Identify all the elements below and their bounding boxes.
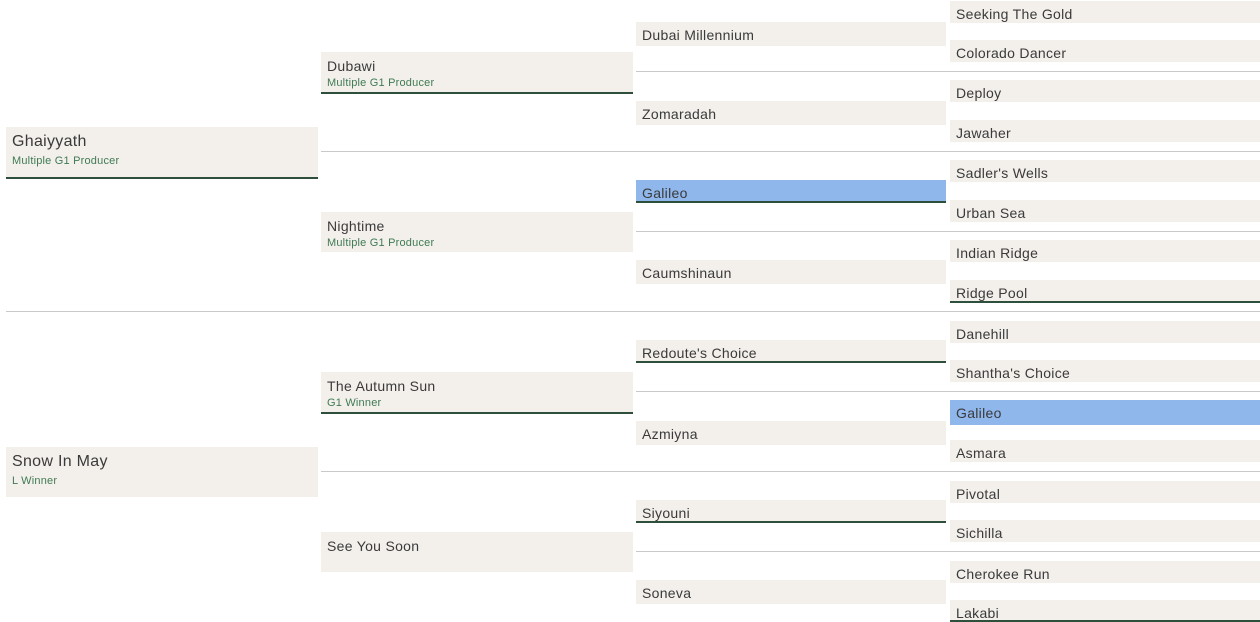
pedigree-horse-gen4[interactable]: Jawaher: [950, 120, 1260, 142]
pedigree-horse-gen2[interactable]: The Autumn Sun G1 Winner: [321, 372, 633, 414]
pedigree-horse-gen3[interactable]: Soneva: [636, 580, 946, 604]
horse-name: Redoute's Choice: [642, 345, 757, 361]
horse-name: Lakabi: [956, 605, 1000, 621]
pedigree-horse-gen4[interactable]: Danehill: [950, 321, 1260, 343]
pedigree-horse-gen2[interactable]: Nightime Multiple G1 Producer: [321, 212, 633, 252]
horse-name: Danehill: [956, 326, 1009, 342]
pedigree-horse-gen4[interactable]: Asmara: [950, 440, 1260, 462]
pedigree-horse-gen4[interactable]: Sichilla: [950, 520, 1260, 542]
divider: [636, 231, 1260, 232]
horse-status: Multiple G1 Producer: [327, 237, 435, 249]
horse-name: Cherokee Run: [956, 566, 1050, 582]
pedigree-horse-gen4[interactable]: Urban Sea: [950, 200, 1260, 222]
horse-name: Pivotal: [956, 486, 1001, 502]
pedigree-horse-gen4[interactable]: Shantha's Choice: [950, 360, 1260, 382]
horse-name: Snow In May: [12, 453, 108, 470]
horse-name: Azmiyna: [642, 426, 698, 442]
pedigree-horse-gen4-highlighted[interactable]: Galileo: [950, 400, 1260, 425]
divider: [6, 311, 1260, 312]
pedigree-horse-sire[interactable]: Ghaiyyath Multiple G1 Producer: [6, 127, 318, 179]
divider: [636, 551, 1260, 552]
pedigree-horse-gen4[interactable]: Seeking The Gold: [950, 1, 1260, 23]
pedigree-horse-gen3-highlighted[interactable]: Galileo: [636, 180, 946, 203]
pedigree-horse-dam[interactable]: Snow In May L Winner: [6, 447, 318, 497]
horse-name: Sadler's Wells: [956, 165, 1049, 181]
horse-name: Seeking The Gold: [956, 6, 1073, 22]
horse-status: Multiple G1 Producer: [12, 155, 120, 167]
pedigree-horse-gen4[interactable]: Sadler's Wells: [950, 160, 1260, 182]
pedigree-horse-gen3[interactable]: Dubai Millennium: [636, 22, 946, 46]
horse-name: See You Soon: [327, 538, 420, 554]
horse-name: Galileo: [956, 405, 1002, 421]
horse-name: Colorado Dancer: [956, 45, 1067, 61]
pedigree-horse-gen3[interactable]: Zomaradah: [636, 101, 946, 125]
horse-status: Multiple G1 Producer: [327, 77, 435, 89]
horse-name: Ghaiyyath: [12, 133, 87, 150]
divider: [321, 471, 1260, 472]
divider: [321, 151, 1260, 152]
horse-name: Siyouni: [642, 505, 691, 521]
horse-name: Ridge Pool: [956, 285, 1028, 301]
pedigree-horse-gen3[interactable]: Caumshinaun: [636, 260, 946, 284]
pedigree-horse-gen3[interactable]: Redoute's Choice: [636, 340, 946, 363]
pedigree-horse-gen4[interactable]: Lakabi: [950, 600, 1260, 622]
pedigree-horse-gen4[interactable]: Pivotal: [950, 481, 1260, 503]
horse-name: Caumshinaun: [642, 265, 732, 281]
horse-name: Dubai Millennium: [642, 27, 755, 43]
horse-name: Galileo: [642, 185, 688, 201]
pedigree-horse-gen4[interactable]: Indian Ridge: [950, 240, 1260, 262]
divider: [636, 71, 1260, 72]
pedigree-horse-gen2[interactable]: See You Soon: [321, 532, 633, 572]
horse-name: Zomaradah: [642, 106, 717, 122]
horse-status: L Winner: [12, 475, 58, 487]
pedigree-horse-gen3[interactable]: Azmiyna: [636, 421, 946, 445]
horse-status: G1 Winner: [327, 397, 382, 409]
pedigree-horse-gen4[interactable]: Deploy: [950, 80, 1260, 102]
pedigree-horse-gen4[interactable]: Colorado Dancer: [950, 40, 1260, 62]
horse-name: Indian Ridge: [956, 245, 1039, 261]
divider: [636, 391, 1260, 392]
pedigree-horse-gen4[interactable]: Cherokee Run: [950, 561, 1260, 583]
horse-name: Jawaher: [956, 125, 1012, 141]
horse-name: Dubawi: [327, 58, 376, 74]
horse-name: The Autumn Sun: [327, 378, 436, 394]
horse-name: Shantha's Choice: [956, 365, 1071, 381]
horse-name: Deploy: [956, 85, 1002, 101]
horse-name: Sichilla: [956, 525, 1003, 541]
horse-name: Asmara: [956, 445, 1007, 461]
horse-name: Urban Sea: [956, 205, 1026, 221]
horse-name: Nightime: [327, 218, 385, 234]
horse-name: Soneva: [642, 585, 692, 601]
pedigree-horse-gen4[interactable]: Ridge Pool: [950, 280, 1260, 303]
pedigree-horse-gen2[interactable]: Dubawi Multiple G1 Producer: [321, 52, 633, 94]
pedigree-horse-gen3[interactable]: Siyouni: [636, 500, 946, 523]
